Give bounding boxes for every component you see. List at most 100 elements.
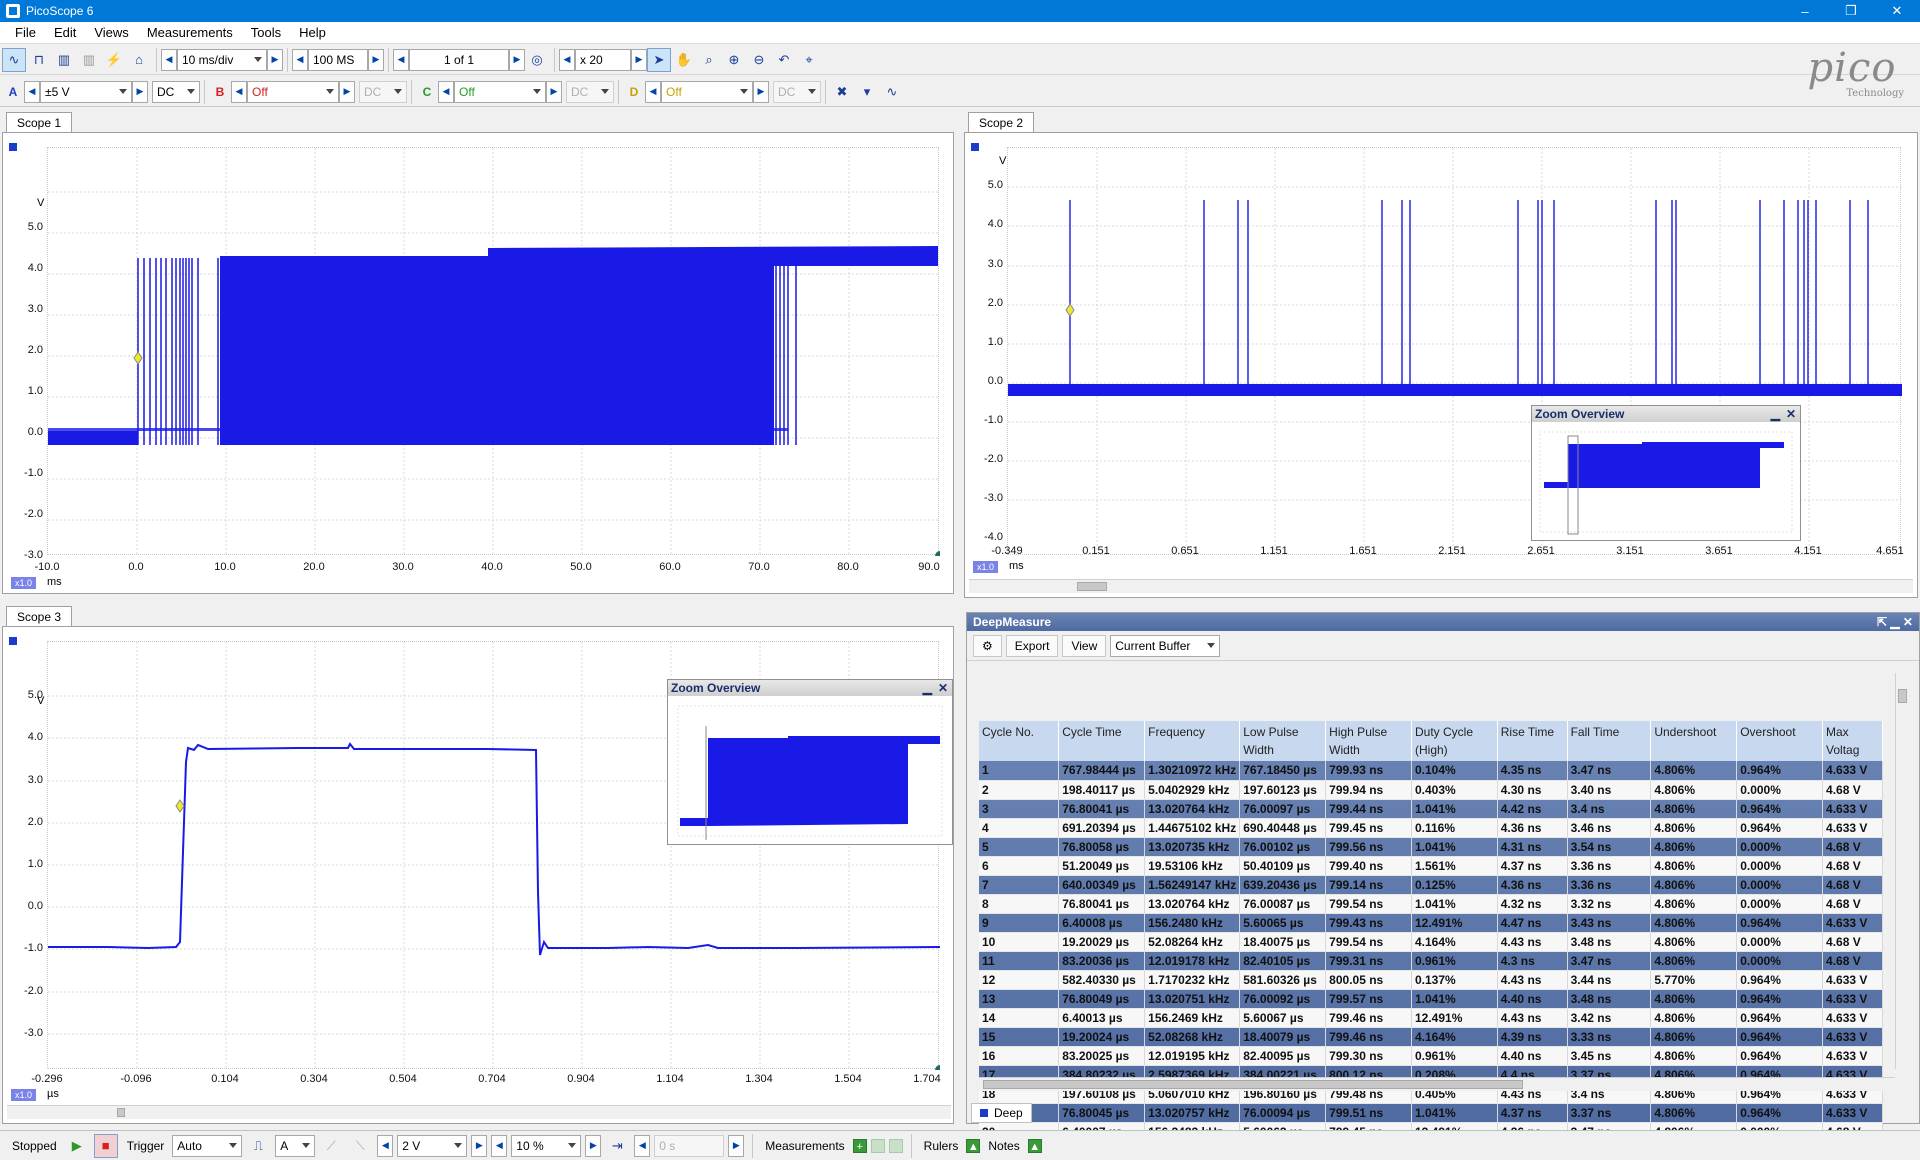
maximize-button[interactable]: ❐ [1828, 0, 1874, 22]
close-button[interactable]: ✕ [1874, 0, 1920, 22]
channel-d-label[interactable]: D [623, 81, 645, 103]
scrollbar-thumb[interactable] [983, 1080, 1523, 1089]
column-header[interactable]: Max Voltag [1822, 721, 1883, 761]
math-channels-icon[interactable]: ✖ [830, 80, 854, 104]
table-row[interactable]: 9 6.40008 µs 156.2480 kHz 5.60065 µs 799.43 … [979, 913, 1883, 933]
channel-a-range-select[interactable]: ±5 V [40, 80, 132, 103]
table-row[interactable]: 4 691.20394 µs 1.44675102 kHz 690.40448 µs 7… [979, 818, 1883, 838]
zoom-badge[interactable]: x1.0 [11, 1089, 37, 1101]
delete-measurement-icon[interactable] [888, 1138, 903, 1153]
table-vertical-scrollbar[interactable] [1895, 673, 1909, 1069]
table-row[interactable]: 13 76.80049 µs 13.020751 kHz 76.00092 µs 799… [979, 989, 1883, 1009]
table-row[interactable]: 2 198.40117 µs 5.0402929 kHz 197.60123 µs 79… [979, 780, 1883, 800]
probe-icon[interactable]: ⚡ [102, 48, 126, 72]
channel-a-coupling-select[interactable]: DC [152, 80, 200, 103]
zoom-next-arrow-icon[interactable]: ▶ [631, 48, 647, 71]
channel-a-prev-arrow-icon[interactable]: ◀ [24, 80, 40, 103]
falling-edge-icon[interactable]: ⟍ [348, 1134, 372, 1158]
channel-b-label[interactable]: B [209, 81, 231, 103]
table-row[interactable]: 14 6.40013 µs 156.2469 kHz 5.60067 µs 799.46… [979, 1008, 1883, 1028]
channel-b-prev-arrow-icon[interactable]: ◀ [231, 80, 247, 103]
run-icon[interactable]: ▶ [65, 1134, 89, 1158]
close-icon[interactable]: ✕ [1786, 406, 1796, 422]
samples-next-arrow-icon[interactable]: ▶ [368, 48, 384, 71]
samples-select[interactable]: 100 MS [308, 48, 368, 71]
trigger-level-prev-arrow-icon[interactable]: ◀ [377, 1134, 394, 1157]
home-icon[interactable]: ⌂ [127, 48, 151, 72]
pretrigger-prev-arrow-icon[interactable]: ◀ [491, 1134, 508, 1157]
scope-3-view[interactable]: V 5.0 4.0 3.0 2.0 1.0 0.0 -1.0 -2.0 -3.0… [2, 626, 954, 1124]
scrollbar-thumb[interactable] [117, 1108, 125, 1117]
timebase-next-arrow-icon[interactable]: ▶ [267, 48, 283, 71]
column-header[interactable]: Cycle No. [979, 721, 1060, 761]
scope-1-graticule[interactable] [47, 147, 945, 561]
undo-zoom-icon[interactable]: ↶ [772, 48, 796, 72]
channel-c-range-select[interactable]: Off [454, 80, 546, 103]
buffer-select[interactable]: Current Buffer [1110, 634, 1221, 657]
math-dropdown-icon[interactable]: ▾ [855, 80, 879, 104]
rising-edge-icon[interactable]: ⟋ [319, 1134, 343, 1158]
tab-scope-1[interactable]: Scope 1 [6, 112, 73, 132]
table-row[interactable]: 10 19.20029 µs 52.08264 kHz 18.40075 µs 799.… [979, 932, 1883, 952]
zoom-out-icon[interactable]: ⊖ [747, 48, 771, 72]
scope-2-horizontal-scrollbar[interactable] [969, 579, 1913, 593]
channel-c-prev-arrow-icon[interactable]: ◀ [438, 80, 454, 103]
buffer-navigator[interactable]: 1 of 1 [409, 48, 509, 71]
table-row[interactable]: 12 582.40330 µs 1.7170232 kHz 581.60326 µs 8… [979, 970, 1883, 990]
timebase-prev-arrow-icon[interactable]: ◀ [161, 48, 177, 71]
rulers-icon[interactable]: ▲ [966, 1138, 981, 1153]
spectrum-alt-icon[interactable]: ▥ [77, 48, 101, 72]
scope-2-view[interactable]: V 5.0 4.0 3.0 2.0 1.0 0.0 -1.0 -2.0 -3.0… [964, 132, 1918, 598]
table-row[interactable]: 1976.80045 µs13.020757 kHz76.00094 µs799… [979, 1103, 1883, 1123]
stop-icon[interactable]: ■ [93, 1133, 118, 1158]
edit-measurement-icon[interactable] [870, 1138, 885, 1153]
scrollbar-thumb[interactable] [1898, 689, 1907, 703]
table-row[interactable]: 3 76.80041 µs 13.020764 kHz 76.00097 µs 799.… [979, 799, 1883, 819]
channel-d-range-select[interactable]: Off [661, 80, 753, 103]
close-icon[interactable]: ✕ [938, 680, 948, 696]
table-row[interactable]: 6 51.20049 µs 19.53106 kHz 50.40109 µs 799.4… [979, 856, 1883, 876]
trigger-level-field[interactable]: 2 V [397, 1134, 468, 1157]
trigger-channel-select[interactable]: A [275, 1134, 316, 1157]
zoom-overview-panel[interactable]: Zoom Overview ▁ ✕ [1531, 405, 1801, 541]
post-trigger-icon[interactable]: ⇥ [605, 1134, 629, 1158]
zoom-badge[interactable]: x1.0 [973, 561, 999, 573]
channel-d-prev-arrow-icon[interactable]: ◀ [645, 80, 661, 103]
table-horizontal-scrollbar[interactable] [979, 1077, 1895, 1091]
channel-c-next-arrow-icon[interactable]: ▶ [546, 80, 562, 103]
timebase-select[interactable]: 10 ms/div [177, 48, 267, 71]
column-header[interactable]: Duty Cycle (High) [1411, 721, 1498, 761]
table-row[interactable]: 16 83.20025 µs 12.019195 kHz 82.40095 µs 799… [979, 1046, 1883, 1066]
scope-3-horizontal-scrollbar[interactable] [7, 1105, 951, 1119]
hand-tool-icon[interactable]: ✋ [672, 48, 696, 72]
pretrigger-field[interactable]: 10 % [511, 1134, 582, 1157]
buffer-next-arrow-icon[interactable]: ▶ [509, 48, 525, 71]
table-row[interactable]: 11 83.20036 µs 12.019178 kHz 82.40105 µs 799… [979, 951, 1883, 971]
column-header[interactable]: Rise Time [1497, 721, 1568, 761]
channel-c-label[interactable]: C [416, 81, 438, 103]
persistence-mode-icon[interactable]: ⊓ [27, 48, 51, 72]
tab-deep[interactable]: Deep [971, 1103, 1032, 1123]
column-header[interactable]: Fall Time [1567, 721, 1652, 761]
samples-prev-arrow-icon[interactable]: ◀ [292, 48, 308, 71]
tab-scope-3[interactable]: Scope 3 [6, 606, 73, 626]
reference-waveforms-icon[interactable]: ∿ [880, 80, 904, 104]
scope-1-view[interactable]: V 5.0 4.0 3.0 2.0 1.0 0.0 -1.0 -2.0 -3.0… [2, 132, 954, 594]
menu-views[interactable]: Views [85, 25, 137, 40]
delay-prev-arrow-icon[interactable]: ◀ [634, 1134, 651, 1157]
trigger-edge-icon[interactable]: ⎍ [246, 1134, 270, 1158]
table-row[interactable]: 1 767.98444 µs 1.30210972 kHz 767.18450 µs 7… [979, 761, 1883, 781]
channel-b-next-arrow-icon[interactable]: ▶ [339, 80, 355, 103]
zoom-factor-field[interactable]: x 20 [575, 48, 631, 71]
panel-controls-icon[interactable]: ⇱ ▁ ✕ [1877, 613, 1913, 631]
column-header[interactable]: Low Pulse Width [1239, 721, 1327, 761]
delay-next-arrow-icon[interactable]: ▶ [728, 1134, 745, 1157]
menu-edit[interactable]: Edit [45, 25, 85, 40]
zoom-area-icon[interactable]: ⌕ [697, 48, 721, 72]
pretrigger-next-arrow-icon[interactable]: ▶ [585, 1134, 602, 1157]
column-header[interactable]: Cycle Time [1058, 721, 1146, 761]
notes-icon[interactable]: ▲ [1027, 1138, 1042, 1153]
channel-a-label[interactable]: A [2, 81, 24, 103]
minimize-icon[interactable]: ▁ [1771, 406, 1780, 422]
zoom-prev-arrow-icon[interactable]: ◀ [559, 48, 575, 71]
